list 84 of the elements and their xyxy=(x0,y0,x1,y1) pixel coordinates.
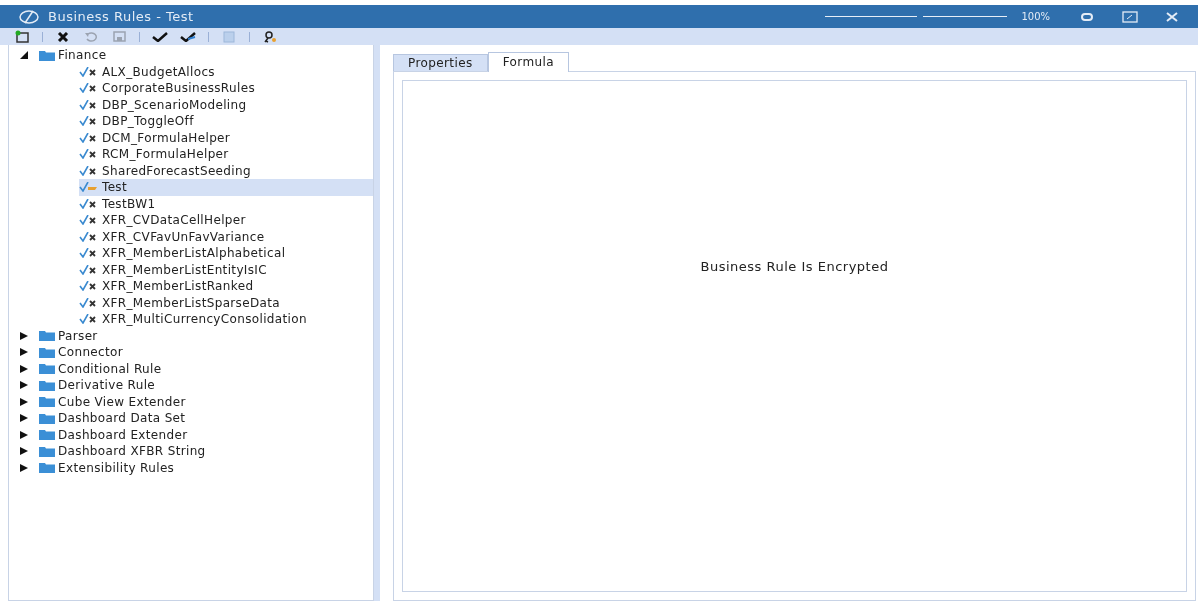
tab[interactable]: Formula xyxy=(487,52,569,72)
new-button[interactable] xyxy=(14,29,30,44)
expand-arrow-icon[interactable] xyxy=(19,446,29,457)
expand-arrow-icon[interactable] xyxy=(19,380,29,391)
tree-item[interactable]: ALX_BudgetAllocs xyxy=(79,63,221,80)
tree-item[interactable]: DBP_ScenarioModeling xyxy=(79,96,253,113)
window-title: Business Rules - Test xyxy=(48,9,195,24)
logo-icon xyxy=(18,9,40,24)
undo-icon xyxy=(84,30,98,43)
tree-item[interactable]: Finance xyxy=(58,48,107,63)
folder-icon xyxy=(39,462,55,474)
folder-icon xyxy=(39,396,55,408)
checkmark-icon xyxy=(152,31,168,42)
folder-icon xyxy=(39,49,55,61)
new-item-icon xyxy=(14,30,30,43)
folder-icon xyxy=(39,379,55,391)
tree-item[interactable]: Dashboard XFBR String xyxy=(58,444,206,459)
expand-arrow-icon[interactable] xyxy=(19,429,29,440)
folder-icon xyxy=(39,330,55,342)
tree-item[interactable]: CorporateBusinessRules xyxy=(79,80,261,97)
rule-icon xyxy=(79,281,99,292)
folder-icon xyxy=(39,429,55,441)
tree-item[interactable]: TestBW1 xyxy=(79,195,162,212)
rule-icon xyxy=(79,182,99,193)
tree-item[interactable]: RCM_FormulaHelper xyxy=(79,146,235,163)
refresh-icon xyxy=(1080,11,1094,22)
tree-item[interactable]: XFR_MemberListRanked xyxy=(79,278,260,295)
tree-item[interactable]: XFR_CVDataCellHelper xyxy=(79,212,252,229)
folder-icon xyxy=(39,363,55,375)
expand-arrow-icon[interactable] xyxy=(19,363,29,374)
rule-icon xyxy=(79,149,99,160)
check-button[interactable] xyxy=(152,29,168,44)
delete-button[interactable] xyxy=(55,29,71,44)
tree-item[interactable]: Cube View Extender xyxy=(58,394,186,409)
key-button[interactable] xyxy=(262,29,278,44)
tree-item[interactable]: XFR_MultiCurrencyConsolidation xyxy=(79,311,313,328)
tree-item[interactable]: XFR_MemberListSparseData xyxy=(79,294,286,311)
tree-item[interactable]: SharedForecastSeeding xyxy=(79,162,257,179)
expand-arrow-icon[interactable] xyxy=(19,347,29,358)
tree-item[interactable]: DCM_FormulaHelper xyxy=(79,129,237,146)
tab[interactable]: Properties xyxy=(393,54,488,71)
folder-icon xyxy=(39,346,55,358)
copy-icon xyxy=(223,30,235,43)
folder-icon xyxy=(39,445,55,457)
tree-item[interactable]: Extensibility Rules xyxy=(58,460,175,475)
tree-item[interactable]: Derivative Rule xyxy=(58,378,156,393)
close-icon xyxy=(57,31,69,42)
folder-icon xyxy=(39,412,55,424)
rule-icon xyxy=(79,99,99,110)
rule-icon xyxy=(79,231,99,242)
expand-arrow-icon[interactable] xyxy=(19,330,29,341)
collapse-arrow-icon[interactable] xyxy=(19,50,29,61)
rule-icon xyxy=(79,314,99,325)
rule-icon xyxy=(79,297,99,308)
checkall-button[interactable] xyxy=(180,29,196,44)
expand-arrow-icon[interactable] xyxy=(19,396,29,407)
tree-item[interactable]: Conditional Rule xyxy=(58,361,162,376)
tree-item[interactable]: DBP_ToggleOff xyxy=(79,113,200,130)
tree-item[interactable]: XFR_MemberListEntityIsIC xyxy=(79,261,273,278)
encrypted-message: Business Rule Is Encrypted xyxy=(700,258,889,274)
rule-icon xyxy=(79,66,99,77)
key-icon xyxy=(263,30,277,43)
expand-arrow-icon[interactable] xyxy=(19,413,29,424)
close-icon xyxy=(1166,11,1178,22)
double-checkmark-icon xyxy=(180,31,196,42)
rule-icon xyxy=(79,215,99,226)
rule-icon xyxy=(79,165,99,176)
tree-item[interactable]: Dashboard Extender xyxy=(58,427,188,442)
save-icon xyxy=(112,31,126,42)
zoom-reading: 100% xyxy=(1021,11,1050,22)
rule-icon xyxy=(79,83,99,94)
restore-icon xyxy=(1122,10,1138,23)
rule-icon xyxy=(79,132,99,143)
tree-item[interactable]: Parser xyxy=(58,328,98,343)
tree-item[interactable]: XFR_MemberListAlphabetical xyxy=(79,245,292,262)
expand-arrow-icon[interactable] xyxy=(19,462,29,473)
tree-item[interactable]: XFR_CVFavUnFavVariance xyxy=(79,228,271,245)
rule-icon xyxy=(79,116,99,127)
tree-item[interactable]: Connector xyxy=(58,345,124,360)
selected-tree-item[interactable]: Test xyxy=(79,179,373,196)
rule-icon xyxy=(79,198,99,209)
rule-icon xyxy=(79,248,99,259)
rule-icon xyxy=(79,264,99,275)
tree-item[interactable]: Dashboard Data Set xyxy=(58,411,186,426)
